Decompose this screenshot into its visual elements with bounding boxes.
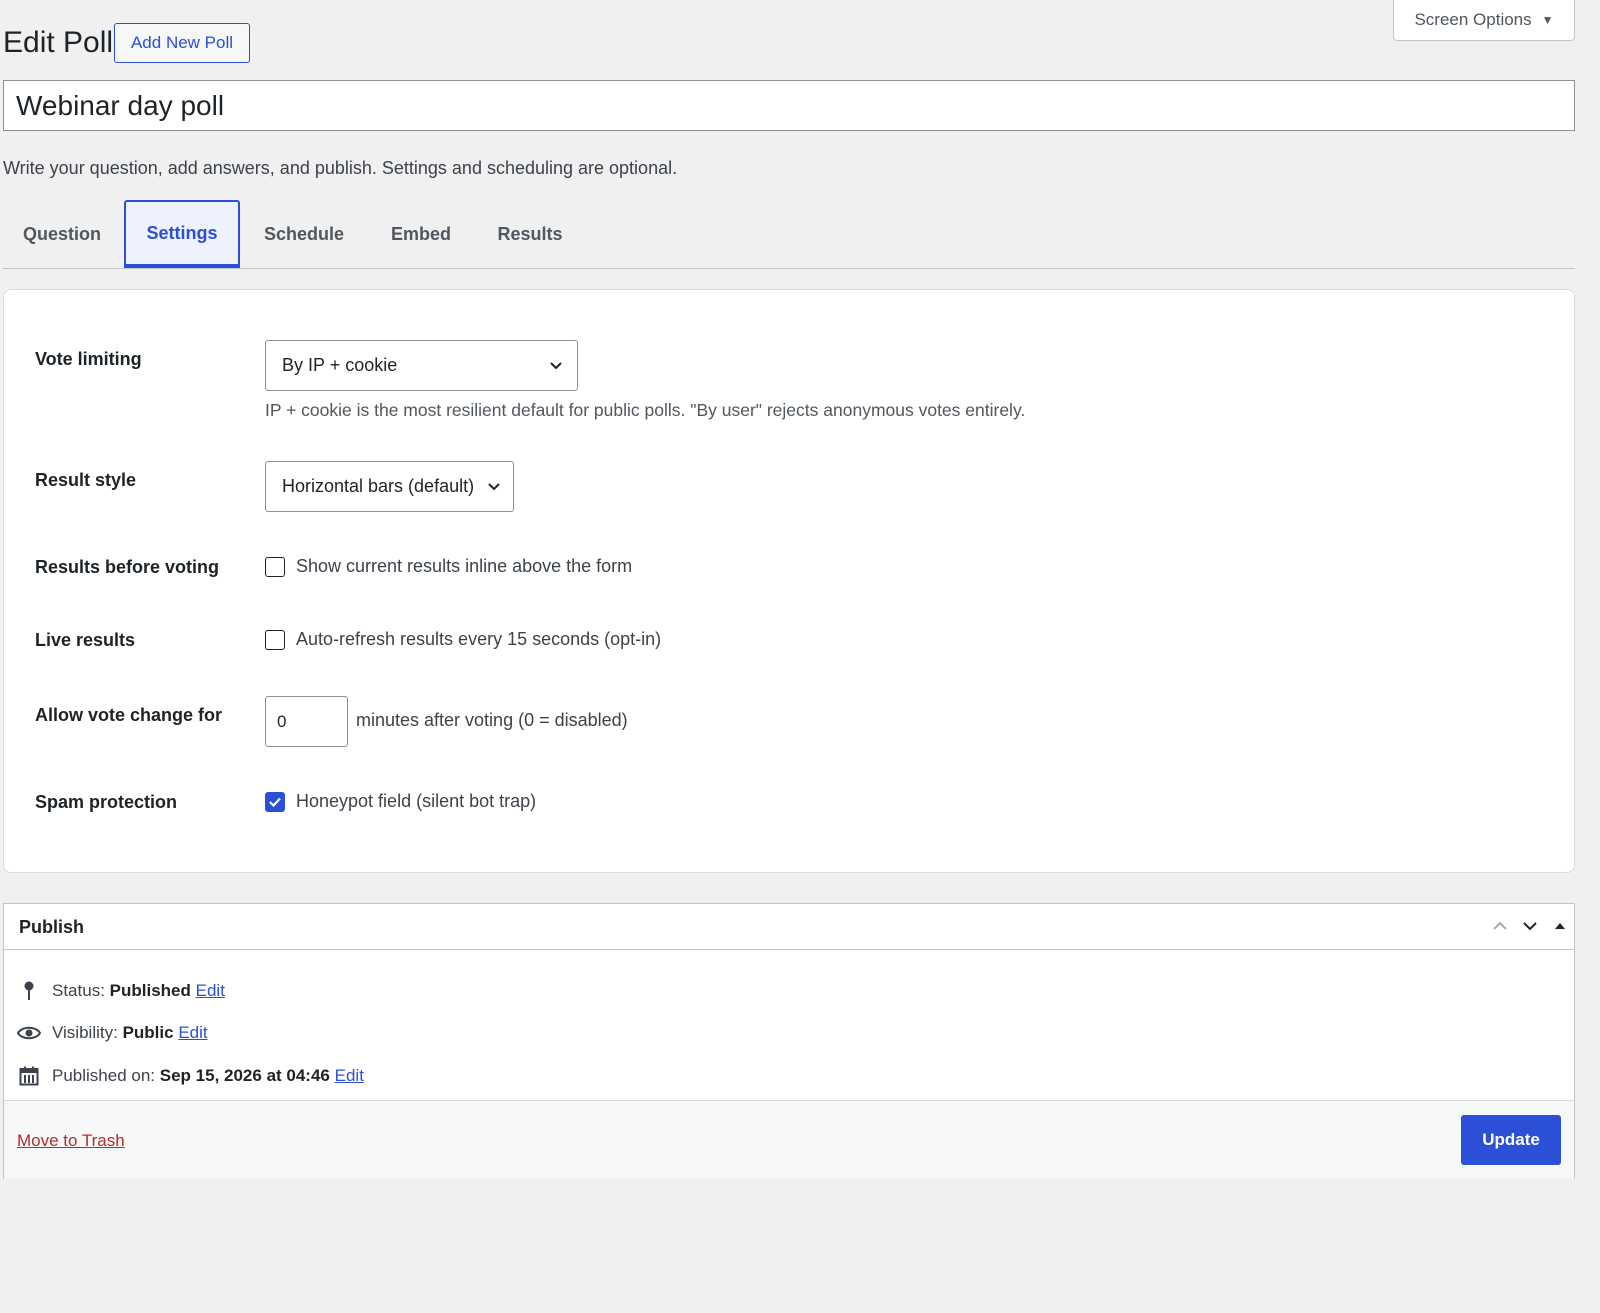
results-before-voting-text: Show current results inline above the fo… <box>296 556 633 576</box>
result-style-label: Result style <box>35 470 137 490</box>
chevron-down-icon <box>488 483 500 491</box>
move-up-button[interactable] <box>1486 912 1514 940</box>
published-on-row: Published on: Sep 15, 2026 at 04:46 Edit <box>16 1066 364 1086</box>
publish-title: Publish <box>19 917 85 937</box>
status-row: Status: Published Edit <box>16 980 225 1002</box>
vote-change-suffix: minutes after voting (0 = disabled) <box>356 710 628 730</box>
tab-results[interactable]: Results <box>481 200 579 268</box>
publish-box: Publish Status: Published Edit Visibilit… <box>3 903 1575 1179</box>
vote-change-minutes-input[interactable] <box>265 696 348 747</box>
caret-down-icon: ▼ <box>1541 13 1554 27</box>
tab-question[interactable]: Question <box>3 200 121 268</box>
chevron-up-icon <box>1493 921 1507 930</box>
calendar-icon <box>16 1066 42 1086</box>
result-style-value: Horizontal bars (default) <box>282 476 475 496</box>
result-style-select[interactable]: Horizontal bars (default) <box>265 461 514 512</box>
honeypot-text: Honeypot field (silent bot trap) <box>296 791 537 811</box>
edit-date-link[interactable]: Edit <box>335 1066 364 1085</box>
visibility-value: Public <box>122 1023 174 1042</box>
add-new-poll-button[interactable]: Add New Poll <box>114 23 250 63</box>
settings-panel: Vote limiting By IP + cookie IP + cookie… <box>3 289 1575 873</box>
live-results-checkbox[interactable] <box>265 629 285 650</box>
tab-bar: Question Settings Schedule Embed Results <box>3 200 1575 269</box>
status-label: Status: <box>52 981 105 1000</box>
caret-up-icon <box>1555 923 1565 929</box>
allow-vote-change-label: Allow vote change for <box>35 705 223 725</box>
move-to-trash-link[interactable]: Move to Trash <box>17 1131 125 1151</box>
page-title: Edit Poll <box>3 26 114 59</box>
visibility-label: Visibility: <box>52 1023 118 1042</box>
tab-embed[interactable]: Embed <box>376 200 466 268</box>
vote-limiting-select[interactable]: By IP + cookie <box>265 340 578 391</box>
pin-icon <box>16 980 42 1002</box>
helper-text: Write your question, add answers, and pu… <box>3 158 678 178</box>
vote-limiting-value: By IP + cookie <box>282 355 398 375</box>
spam-protection-option: Honeypot field (silent bot trap) <box>265 791 536 812</box>
live-results-text: Auto-refresh results every 15 seconds (o… <box>296 629 662 649</box>
screen-options-label: Screen Options <box>1414 10 1532 29</box>
tab-schedule[interactable]: Schedule <box>250 200 358 268</box>
checkmark-icon <box>269 797 281 807</box>
move-down-button[interactable] <box>1516 912 1544 940</box>
tab-settings[interactable]: Settings <box>124 200 240 268</box>
vote-limiting-label: Vote limiting <box>35 349 142 369</box>
poll-title-input[interactable] <box>3 80 1575 131</box>
published-on-value: Sep 15, 2026 at 04:46 <box>159 1066 330 1085</box>
results-before-voting-checkbox[interactable] <box>265 556 285 577</box>
vote-limiting-description: IP + cookie is the most resilient defaul… <box>265 400 1026 420</box>
chevron-down-icon <box>1523 922 1537 931</box>
publish-actions: Move to Trash Update <box>4 1100 1574 1179</box>
live-results-option: Auto-refresh results every 15 seconds (o… <box>265 629 661 650</box>
honeypot-checkbox[interactable] <box>265 791 285 812</box>
screen-options-button[interactable]: Screen Options ▼ <box>1393 0 1575 41</box>
results-before-voting-label: Results before voting <box>35 557 220 577</box>
edit-visibility-link[interactable]: Edit <box>178 1023 207 1042</box>
results-before-voting-option: Show current results inline above the fo… <box>265 556 632 577</box>
edit-status-link[interactable]: Edit <box>196 981 225 1000</box>
live-results-label: Live results <box>35 630 136 650</box>
eye-icon <box>16 1025 42 1041</box>
update-button[interactable]: Update <box>1461 1115 1561 1165</box>
published-on-label: Published on: <box>52 1066 156 1085</box>
visibility-row: Visibility: Public Edit <box>16 1023 208 1043</box>
publish-header: Publish <box>4 904 1574 950</box>
status-value: Published <box>109 981 191 1000</box>
chevron-down-icon <box>550 362 562 370</box>
spam-protection-label: Spam protection <box>35 792 178 812</box>
toggle-panel-button[interactable] <box>1546 912 1574 940</box>
